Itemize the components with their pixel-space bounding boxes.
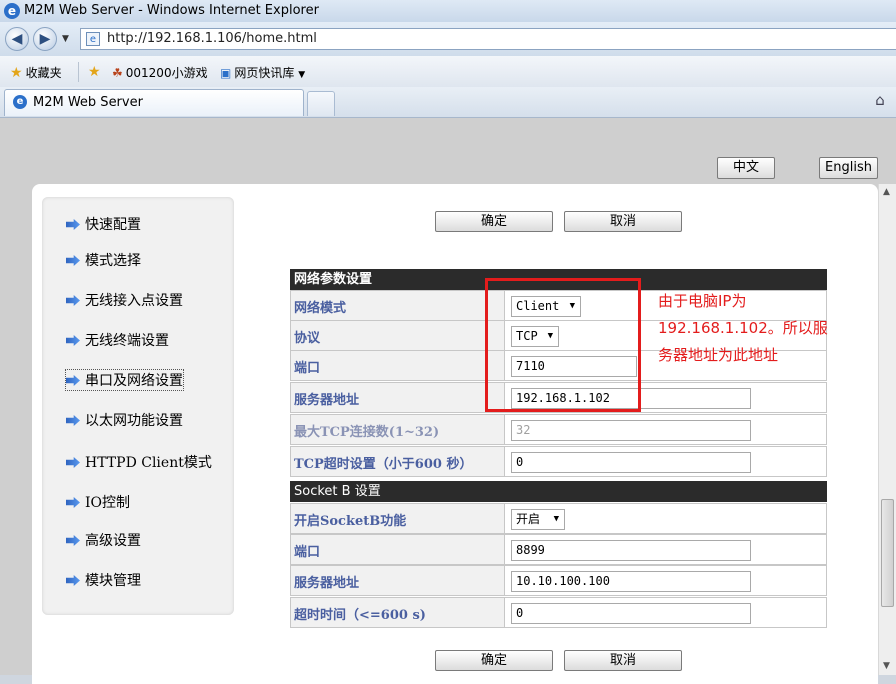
arrow-right-icon xyxy=(66,457,80,468)
add-favorite-icon[interactable]: ★ xyxy=(88,64,104,80)
favorite-link-news[interactable]: ▣ 网页快讯库 ▼ xyxy=(220,64,305,81)
address-url[interactable]: http://192.168.1.106/home.html xyxy=(107,31,317,46)
sidebar-item-httpd-client[interactable]: HTTPD Client模式 xyxy=(66,452,212,472)
sidebar-item-serial-network[interactable]: 串口及网络设置 xyxy=(65,369,184,391)
socketb-enable-label: 开启SocketB功能 xyxy=(294,514,407,529)
socketb-server-address-label: 服务器地址 xyxy=(294,576,360,591)
arrow-right-icon xyxy=(66,535,80,546)
recent-pages-dropdown[interactable]: ▼ xyxy=(62,34,69,44)
vertical-scrollbar[interactable]: ▲ ▼ xyxy=(878,184,896,675)
table-row-socketb-enable: 开启SocketB功能 开启 ▼ xyxy=(290,503,827,534)
network-mode-label: 网络模式 xyxy=(294,301,347,316)
scroll-down-icon[interactable]: ▼ xyxy=(883,661,890,671)
separator xyxy=(78,62,79,82)
arrow-right-icon xyxy=(66,575,80,586)
sidebar-item-mode-select[interactable]: 模式选择 xyxy=(66,250,141,270)
chevron-down-icon: ▼ xyxy=(298,70,306,80)
favorites-button[interactable]: ★ 收藏夹 xyxy=(10,64,62,81)
socketb-timeout-input[interactable]: 0 xyxy=(511,603,751,624)
ie-icon: e xyxy=(4,3,20,19)
max-tcp-label: 最大TCP连接数(1~32) xyxy=(294,425,440,440)
address-bar[interactable]: e http://192.168.1.106/home.html xyxy=(80,28,896,50)
confirm-button-top[interactable]: 确定 xyxy=(435,211,553,232)
socketb-server-address-input[interactable]: 10.10.100.100 xyxy=(511,571,751,592)
ie-icon: e xyxy=(13,95,27,109)
sidebar-item-quick-config[interactable]: 快速配置 xyxy=(66,214,141,234)
sidebar-item-advanced[interactable]: 高级设置 xyxy=(66,530,141,550)
arrow-right-icon xyxy=(66,415,80,426)
scroll-up-icon[interactable]: ▲ xyxy=(883,187,890,197)
arrow-right-icon xyxy=(66,295,80,306)
home-icon[interactable]: ⌂ xyxy=(870,90,890,110)
protocol-label: 协议 xyxy=(294,331,321,346)
tcp-timeout-label: TCP超时设置（小于600 秒） xyxy=(294,457,473,472)
annotation-text: 由于电脑IP为192.168.1.102。所以服务器地址为此地址 xyxy=(658,292,828,364)
arrow-right-icon xyxy=(66,335,80,346)
table-row-socketb-timeout: 超时时间（<=600 s) 0 xyxy=(290,597,827,628)
tab-label: M2M Web Server xyxy=(33,95,143,110)
back-icon[interactable]: ◀ xyxy=(5,27,29,51)
english-language-button[interactable]: English xyxy=(819,157,878,179)
table-row-socketb-port: 端口 8899 xyxy=(290,534,827,565)
arrow-right-icon xyxy=(66,497,80,508)
table-row-max-tcp: 最大TCP连接数(1~32) 32 xyxy=(290,414,827,445)
tab-bar: e M2M Web Server ⌂ xyxy=(0,87,896,118)
webslice-icon: ▣ xyxy=(220,66,232,80)
annotation-highlight-box xyxy=(485,278,641,412)
sidebar-item-ethernet[interactable]: 以太网功能设置 xyxy=(66,410,183,430)
scroll-thumb[interactable] xyxy=(881,499,894,607)
sidebar-menu: 快速配置 模式选择 无线接入点设置 无线终端设置 串口及网络设置 以太网功能设置… xyxy=(42,197,234,615)
game-icon: ☘ xyxy=(112,66,123,80)
new-tab-button[interactable] xyxy=(307,91,335,116)
sidebar-item-io-control[interactable]: IO控制 xyxy=(66,492,130,512)
table-row-tcp-timeout: TCP超时设置（小于600 秒） 0 xyxy=(290,446,827,477)
sidebar-item-ap-settings[interactable]: 无线接入点设置 xyxy=(66,290,183,310)
arrow-right-icon xyxy=(66,255,80,266)
forward-icon[interactable]: ▶ xyxy=(33,27,57,51)
cancel-button-bottom[interactable]: 取消 xyxy=(564,650,682,671)
port-label: 端口 xyxy=(294,361,321,376)
navigation-bar: ◀ ▶ ▼ e http://192.168.1.106/home.html xyxy=(0,22,896,56)
socketb-port-label: 端口 xyxy=(294,545,321,560)
window-title-bar: e M2M Web Server - Windows Internet Expl… xyxy=(0,0,896,22)
cancel-button-top[interactable]: 取消 xyxy=(564,211,682,232)
favorite-link-game[interactable]: ☘ 001200小游戏 xyxy=(112,64,208,81)
confirm-button-bottom[interactable]: 确定 xyxy=(435,650,553,671)
socketb-port-input[interactable]: 8899 xyxy=(511,540,751,561)
sidebar-item-sta-settings[interactable]: 无线终端设置 xyxy=(66,330,169,350)
star-icon: ★ xyxy=(10,65,23,81)
arrow-right-icon xyxy=(66,375,80,386)
arrow-right-icon xyxy=(66,219,80,230)
server-address-label: 服务器地址 xyxy=(294,393,360,408)
favorites-bar: ★ 收藏夹 ★ ☘ 001200小游戏 ▣ 网页快讯库 ▼ xyxy=(0,56,896,88)
socketb-enable-select[interactable]: 开启 ▼ xyxy=(511,509,565,530)
window-title: M2M Web Server - Windows Internet Explor… xyxy=(24,3,319,18)
chevron-down-icon: ▼ xyxy=(553,514,559,524)
tcp-timeout-input[interactable]: 0 xyxy=(511,452,751,473)
page-icon: e xyxy=(86,32,100,46)
sidebar-item-module-management[interactable]: 模块管理 xyxy=(66,570,141,590)
table-row-socketb-server-address: 服务器地址 10.10.100.100 xyxy=(290,565,827,596)
max-tcp-input[interactable]: 32 xyxy=(511,420,751,441)
socketb-timeout-label: 超时时间（<=600 s) xyxy=(294,608,426,623)
socketb-settings-header: Socket B 设置 xyxy=(290,481,827,502)
chinese-language-button[interactable]: 中文 xyxy=(717,157,775,179)
tab-m2m-web-server[interactable]: e M2M Web Server xyxy=(4,89,304,116)
